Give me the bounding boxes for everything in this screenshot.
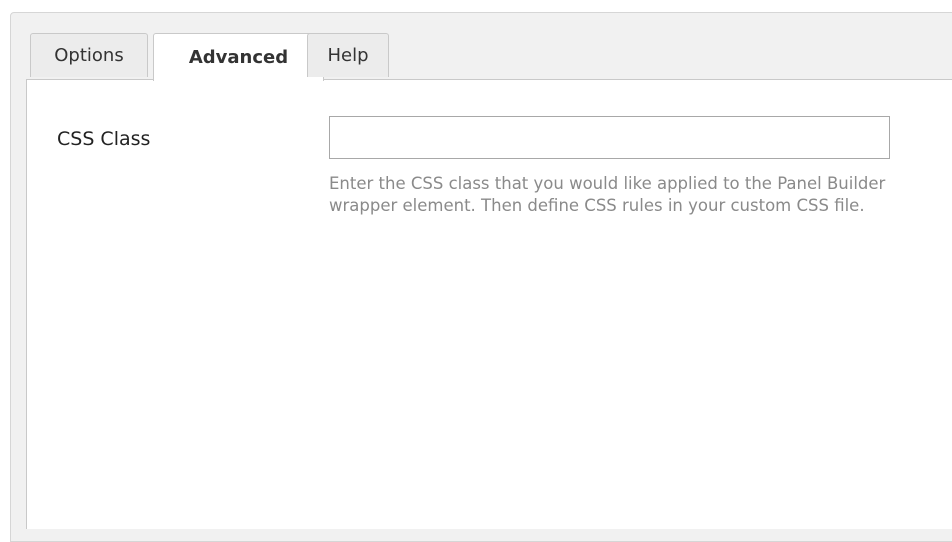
tab-help[interactable]: Help xyxy=(307,33,389,77)
css-class-input[interactable] xyxy=(329,116,890,159)
css-class-help-text: Enter the CSS class that you would like … xyxy=(329,174,886,215)
tab-bar: Options Advanced Help xyxy=(22,33,942,81)
tab-options[interactable]: Options xyxy=(30,33,148,77)
css-class-label: CSS Class xyxy=(57,128,151,150)
tab-advanced[interactable]: Advanced xyxy=(153,33,324,81)
